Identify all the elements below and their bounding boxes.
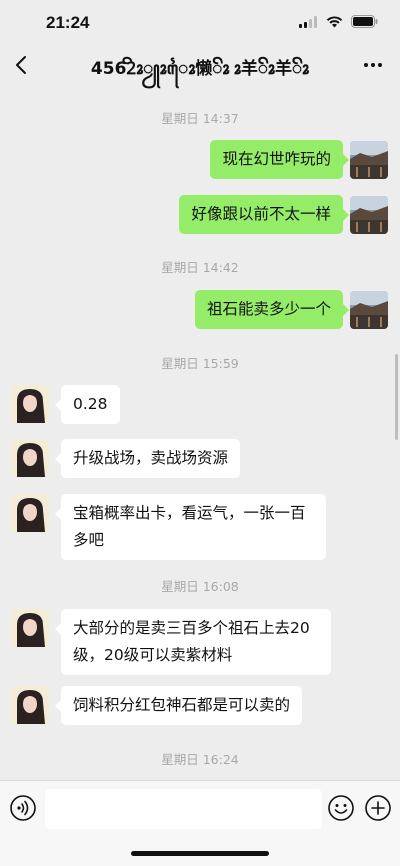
- battery-icon: [351, 15, 378, 28]
- contact-avatar[interactable]: [11, 439, 49, 477]
- message-line: 级，20级可以卖紫材料: [73, 646, 233, 664]
- my-avatar[interactable]: [350, 141, 388, 179]
- back-chevron-icon[interactable]: [8, 50, 38, 80]
- status-time: 21:24: [46, 13, 90, 32]
- timestamp: 星期日 15:59: [161, 356, 239, 371]
- received-message-bubble[interactable]: 饲料积分红包神石都是可以卖的: [54, 686, 303, 725]
- sent-message-bubble[interactable]: 现在幻世咋玩的: [210, 140, 349, 179]
- message-line: 大部分的是卖三百多个祖石上去20: [73, 619, 310, 637]
- contact-avatar[interactable]: [11, 609, 49, 647]
- scrollbar[interactable]: [395, 354, 398, 440]
- cellular-signal-icon: [299, 15, 317, 28]
- contact-avatar[interactable]: [11, 494, 49, 532]
- message-line: 多吧: [73, 531, 105, 549]
- emoji-icon[interactable]: [327, 794, 355, 822]
- more-options-icon[interactable]: [358, 50, 388, 80]
- home-indicator: [131, 851, 269, 856]
- chat-message-list[interactable]: 星期日 14:37 现在幻世咋玩的 好像跟以前不太一样 星期日 14:42 祖石…: [0, 86, 400, 780]
- sent-message-bubble[interactable]: 祖石能卖多少一个: [194, 290, 350, 329]
- message-input[interactable]: [45, 789, 322, 829]
- my-avatar[interactable]: [350, 196, 388, 234]
- sent-message-bubble[interactable]: 好像跟以前不太一样: [179, 195, 349, 234]
- timestamp: 星期日 16:08: [161, 579, 239, 594]
- contact-avatar[interactable]: [11, 686, 49, 724]
- plus-icon[interactable]: [364, 794, 392, 822]
- timestamp: 星期日 14:37: [161, 111, 239, 126]
- nav-bar: 4562ꦼꦴꦾꦴꦻꦴ懒ꦼꦴ ꦴ羊ꦼꦴ羊ꦼꦴ: [0, 44, 400, 86]
- received-message-bubble[interactable]: 宝箱概率出卡，看运气，一张一百 多吧: [55, 494, 326, 560]
- status-icons: [299, 15, 378, 28]
- timestamp: 星期日 14:42: [161, 260, 239, 275]
- timestamp: 星期日 16:24: [161, 752, 239, 767]
- received-message-bubble[interactable]: 升级战场，卖战场资源: [54, 439, 241, 478]
- chat-title: 4562ꦼꦴꦾꦴꦻꦴ懒ꦼꦴ ꦴ羊ꦼꦴ羊ꦼꦴ: [90, 59, 310, 79]
- received-message-bubble[interactable]: 0.28: [55, 385, 120, 424]
- my-avatar[interactable]: [350, 291, 388, 329]
- message-line: 宝箱概率出卡，看运气，一张一百: [73, 504, 306, 522]
- voice-input-icon[interactable]: [9, 794, 37, 822]
- status-bar: 21:24: [0, 0, 400, 44]
- received-message-bubble[interactable]: 大部分的是卖三百多个祖石上去20 级，20级可以卖紫材料: [55, 609, 331, 675]
- contact-avatar[interactable]: [11, 385, 49, 423]
- wifi-icon: [326, 15, 343, 27]
